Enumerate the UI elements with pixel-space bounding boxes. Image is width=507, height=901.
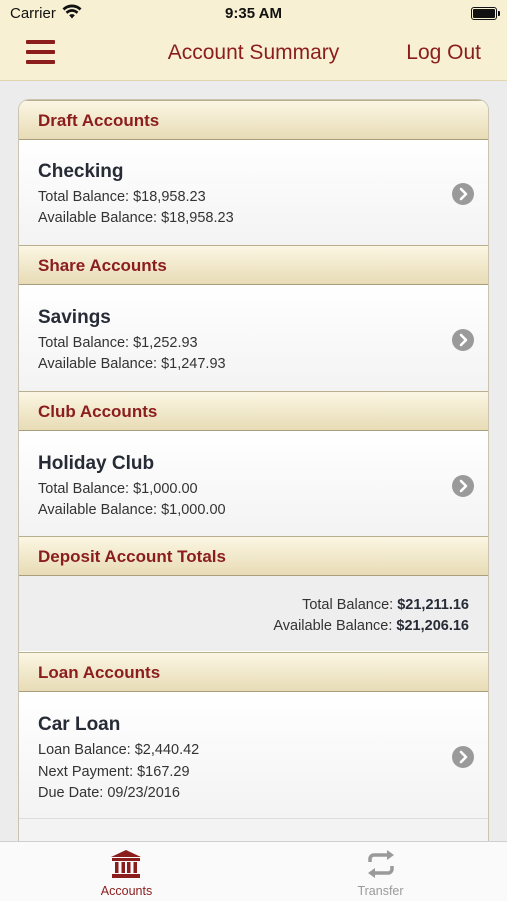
available-balance: Available Balance: $18,958.23 <box>38 210 234 226</box>
account-name: Car Loan <box>38 714 121 735</box>
account-row-checking[interactable]: Checking Total Balance: $18,958.23 Avail… <box>19 140 488 245</box>
section-title: Share Accounts <box>38 256 167 275</box>
total-balance: Total Balance: $1,000.00 <box>38 481 198 497</box>
account-name: Holiday Club <box>38 453 155 474</box>
section-title: Club Accounts <box>38 402 158 421</box>
section-header-share: Share Accounts <box>19 245 488 285</box>
logout-button[interactable]: Log Out <box>406 41 481 65</box>
account-row-savings[interactable]: Savings Total Balance: $1,252.93 Availab… <box>19 285 488 391</box>
next-payment: Next Payment: $167.29 <box>38 764 190 780</box>
available-balance-label: Available Balance: <box>273 618 393 634</box>
bank-icon <box>110 849 142 884</box>
clock: 9:35 AM <box>225 5 282 22</box>
deposit-available-balance: Available Balance: $21,206.16 <box>273 618 469 634</box>
section-header-totals: Deposit Account Totals <box>19 536 488 576</box>
section-title: Deposit Account Totals <box>38 547 226 566</box>
accounts-panel: Draft Accounts Checking Total Balance: $… <box>19 100 488 842</box>
available-balance: Available Balance: $1,000.00 <box>38 502 226 518</box>
available-balance-value: $21,206.16 <box>396 618 469 634</box>
total-balance-value: $21,211.16 <box>397 597 469 613</box>
battery-icon <box>471 7 500 20</box>
tab-accounts[interactable]: Accounts <box>0 842 253 901</box>
section-header-club: Club Accounts <box>19 391 488 431</box>
totals-row: Total Balance: $21,211.16 Available Bala… <box>19 576 488 651</box>
tab-label: Transfer <box>357 884 404 898</box>
account-name: Savings <box>38 307 111 328</box>
total-balance: Total Balance: $18,958.23 <box>38 189 206 205</box>
tab-transfer[interactable]: Transfer <box>254 842 507 901</box>
chevron-right-icon <box>452 183 474 205</box>
due-date: Due Date: 09/23/2016 <box>38 785 180 801</box>
account-row-holiday-club[interactable]: Holiday Club Total Balance: $1,000.00 Av… <box>19 431 488 536</box>
loan-balance: Loan Balance: $2,440.42 <box>38 742 200 758</box>
tab-label: Accounts <box>100 884 153 898</box>
chevron-right-icon <box>452 329 474 351</box>
status-bar: Carrier 9:35 AM <box>0 0 507 28</box>
total-balance-label: Total Balance: <box>302 597 394 613</box>
chevron-right-icon <box>452 475 474 497</box>
top-bar: Carrier 9:35 AM Account Summary Log Out <box>0 0 507 81</box>
account-row-car-loan[interactable]: Car Loan Loan Balance: $2,440.42 Next Pa… <box>19 692 488 818</box>
total-balance: Total Balance: $1,252.93 <box>38 335 198 351</box>
section-title: Loan Accounts <box>38 663 161 682</box>
available-balance: Available Balance: $1,247.93 <box>38 356 226 372</box>
section-header-loan: Loan Accounts <box>19 652 488 692</box>
chevron-right-icon <box>452 746 474 768</box>
deposit-total-balance: Total Balance: $21,211.16 <box>302 597 469 613</box>
section-header-draft: Draft Accounts <box>19 100 488 140</box>
tab-bar: Accounts Transfer <box>0 841 507 901</box>
section-title: Draft Accounts <box>38 111 160 130</box>
account-name: Checking <box>38 161 124 182</box>
transfer-icon <box>365 849 397 884</box>
list-continuation <box>19 818 488 842</box>
